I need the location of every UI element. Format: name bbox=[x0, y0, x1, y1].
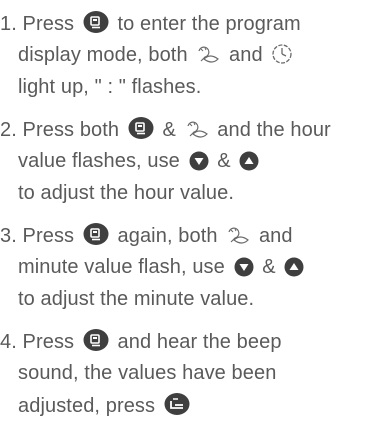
step-4-text-a: 4. Press bbox=[0, 331, 75, 353]
step-3-text-b: again, both bbox=[117, 225, 218, 247]
step-1-line-1: 1. Press to enter the program bbox=[0, 10, 301, 37]
clock-icon bbox=[271, 43, 293, 65]
down-arrow-button-icon bbox=[234, 257, 254, 277]
step-1-text-c: display mode, both bbox=[18, 44, 188, 66]
step-2-line-2: value flashes, use & bbox=[18, 148, 259, 174]
step-3-text-a: 3. Press bbox=[0, 225, 75, 247]
up-arrow-button-icon bbox=[284, 257, 304, 277]
step-4-line-3: adjusted, press bbox=[18, 392, 190, 419]
exit-button-icon bbox=[164, 392, 190, 416]
step-2-line-1: 2. Press both & and the hour bbox=[0, 116, 331, 143]
step-1-line-2: display mode, both and bbox=[18, 42, 293, 68]
step-3-line-1: 3. Press again, both and bbox=[0, 222, 293, 249]
up-arrow-button-icon bbox=[239, 151, 259, 171]
step-2-text-c: and the hour bbox=[217, 119, 331, 141]
step-3-text-e: & bbox=[262, 256, 276, 278]
timer-dial-icon bbox=[196, 43, 220, 65]
timer-dial-icon bbox=[226, 224, 250, 246]
step-4-text-b: and hear the beep bbox=[117, 331, 282, 353]
step-3-text-d: minute value flash, use bbox=[18, 256, 225, 278]
step-3-line-2: minute value flash, use & bbox=[18, 254, 304, 280]
step-1-text-a: 1. Press bbox=[0, 13, 75, 35]
step-4-text-c: adjusted, press bbox=[18, 395, 156, 417]
timer-dial-icon bbox=[185, 118, 209, 140]
step-4-line-2: sound, the values have been bbox=[18, 362, 277, 384]
step-2-line-3: to adjust the hour value. bbox=[18, 182, 234, 204]
step-2-text-e: & bbox=[217, 150, 231, 172]
step-2-text-d: value flashes, use bbox=[18, 150, 180, 172]
step-3-line-3: to adjust the minute value. bbox=[18, 288, 255, 310]
step-1-text-d: and bbox=[229, 44, 263, 66]
step-2-text-b: & bbox=[162, 119, 176, 141]
step-1-line-3: light up, " : " flashes. bbox=[18, 76, 202, 98]
program-button-icon bbox=[128, 116, 154, 140]
program-button-icon bbox=[83, 328, 109, 352]
program-button-icon bbox=[83, 222, 109, 246]
program-button-icon bbox=[83, 10, 109, 34]
step-1-text-b: to enter the program bbox=[117, 13, 301, 35]
step-4-line-1: 4. Press and hear the beep bbox=[0, 328, 282, 355]
step-3-text-c: and bbox=[258, 225, 293, 247]
down-arrow-button-icon bbox=[189, 151, 209, 171]
step-2-text-a: 2. Press both bbox=[0, 119, 120, 141]
